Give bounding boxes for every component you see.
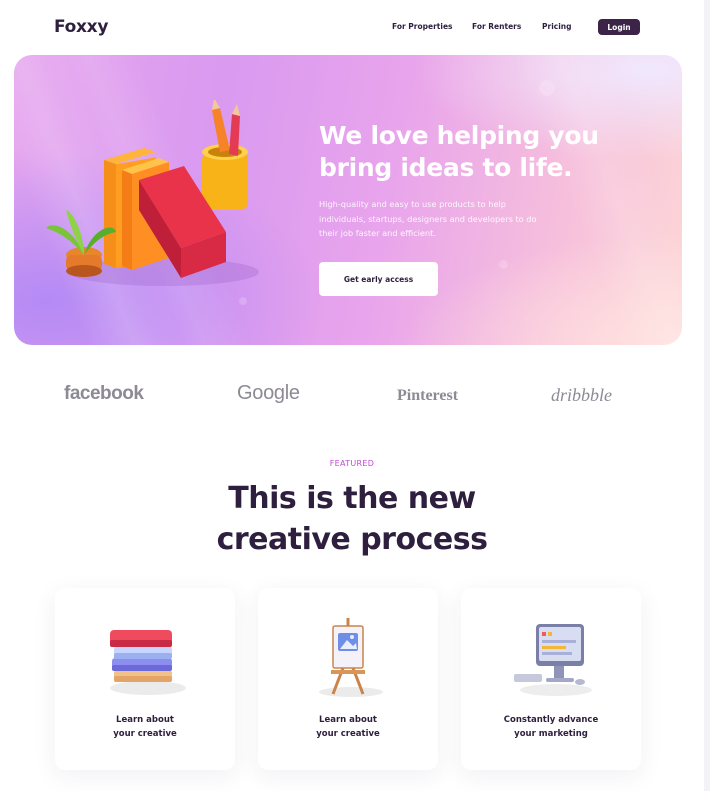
featured-eyebrow: FEATURED xyxy=(329,459,375,468)
card-label: Learn about your creative xyxy=(55,713,235,741)
hero-title: We love helping you bring ideas to life. xyxy=(319,120,649,184)
card-label-line: your marketing xyxy=(514,729,588,739)
get-early-access-button[interactable]: Get early access xyxy=(319,262,438,296)
hero-subtitle: High-quality and easy to use products to… xyxy=(319,197,589,241)
hero-bubble xyxy=(539,80,555,96)
brand-logo-pinterest: Pinterest xyxy=(397,387,459,404)
brand-logo-google: Google xyxy=(237,382,300,404)
nav-for-properties[interactable]: For Properties xyxy=(392,22,453,31)
section-title: This is the new creative process xyxy=(0,478,704,560)
easel-icon xyxy=(319,618,383,697)
logo[interactable]: Foxxy xyxy=(54,17,108,37)
card-label: Learn about your creative xyxy=(258,713,438,741)
card-label-line: your creative xyxy=(113,729,177,739)
card-label-line: your creative xyxy=(316,729,380,739)
hero-subtitle-line: High-quality and easy to use products to… xyxy=(319,199,506,209)
books-plant-illustration xyxy=(46,100,259,286)
card-label-line: Learn about xyxy=(319,715,377,725)
computer-icon xyxy=(514,624,592,696)
login-button[interactable]: Login xyxy=(598,19,640,35)
hero-subtitle-line: their job faster and efficient. xyxy=(319,228,436,238)
hero-title-line: We love helping you xyxy=(319,121,599,150)
feature-card[interactable]: Constantly advance your marketing xyxy=(461,588,641,770)
hero-banner: We love helping you bring ideas to life.… xyxy=(14,55,682,345)
card-label: Constantly advance your marketing xyxy=(461,713,641,741)
feature-card[interactable]: Learn about your creative xyxy=(55,588,235,770)
brand-logo-facebook: facebook xyxy=(64,383,144,404)
nav-pricing[interactable]: Pricing xyxy=(542,22,572,31)
section-title-line: creative process xyxy=(216,522,488,557)
hero-title-line: bring ideas to life. xyxy=(319,153,573,182)
section-title-line: This is the new xyxy=(228,481,476,516)
card-label-line: Learn about xyxy=(116,715,174,725)
brand-logo-dribbble: dribbble xyxy=(551,385,612,405)
nav-for-renters[interactable]: For Renters xyxy=(472,22,521,31)
page: Foxxy For Properties For Renters Pricing… xyxy=(0,0,704,791)
hero-bubble xyxy=(499,260,508,269)
page-edge xyxy=(704,0,710,791)
hero-subtitle-line: individuals, startups, designers and dev… xyxy=(319,213,537,224)
card-label-line: Constantly advance xyxy=(503,715,599,725)
books-stack-icon xyxy=(110,630,186,695)
feature-card[interactable]: Learn about your creative xyxy=(258,588,438,770)
